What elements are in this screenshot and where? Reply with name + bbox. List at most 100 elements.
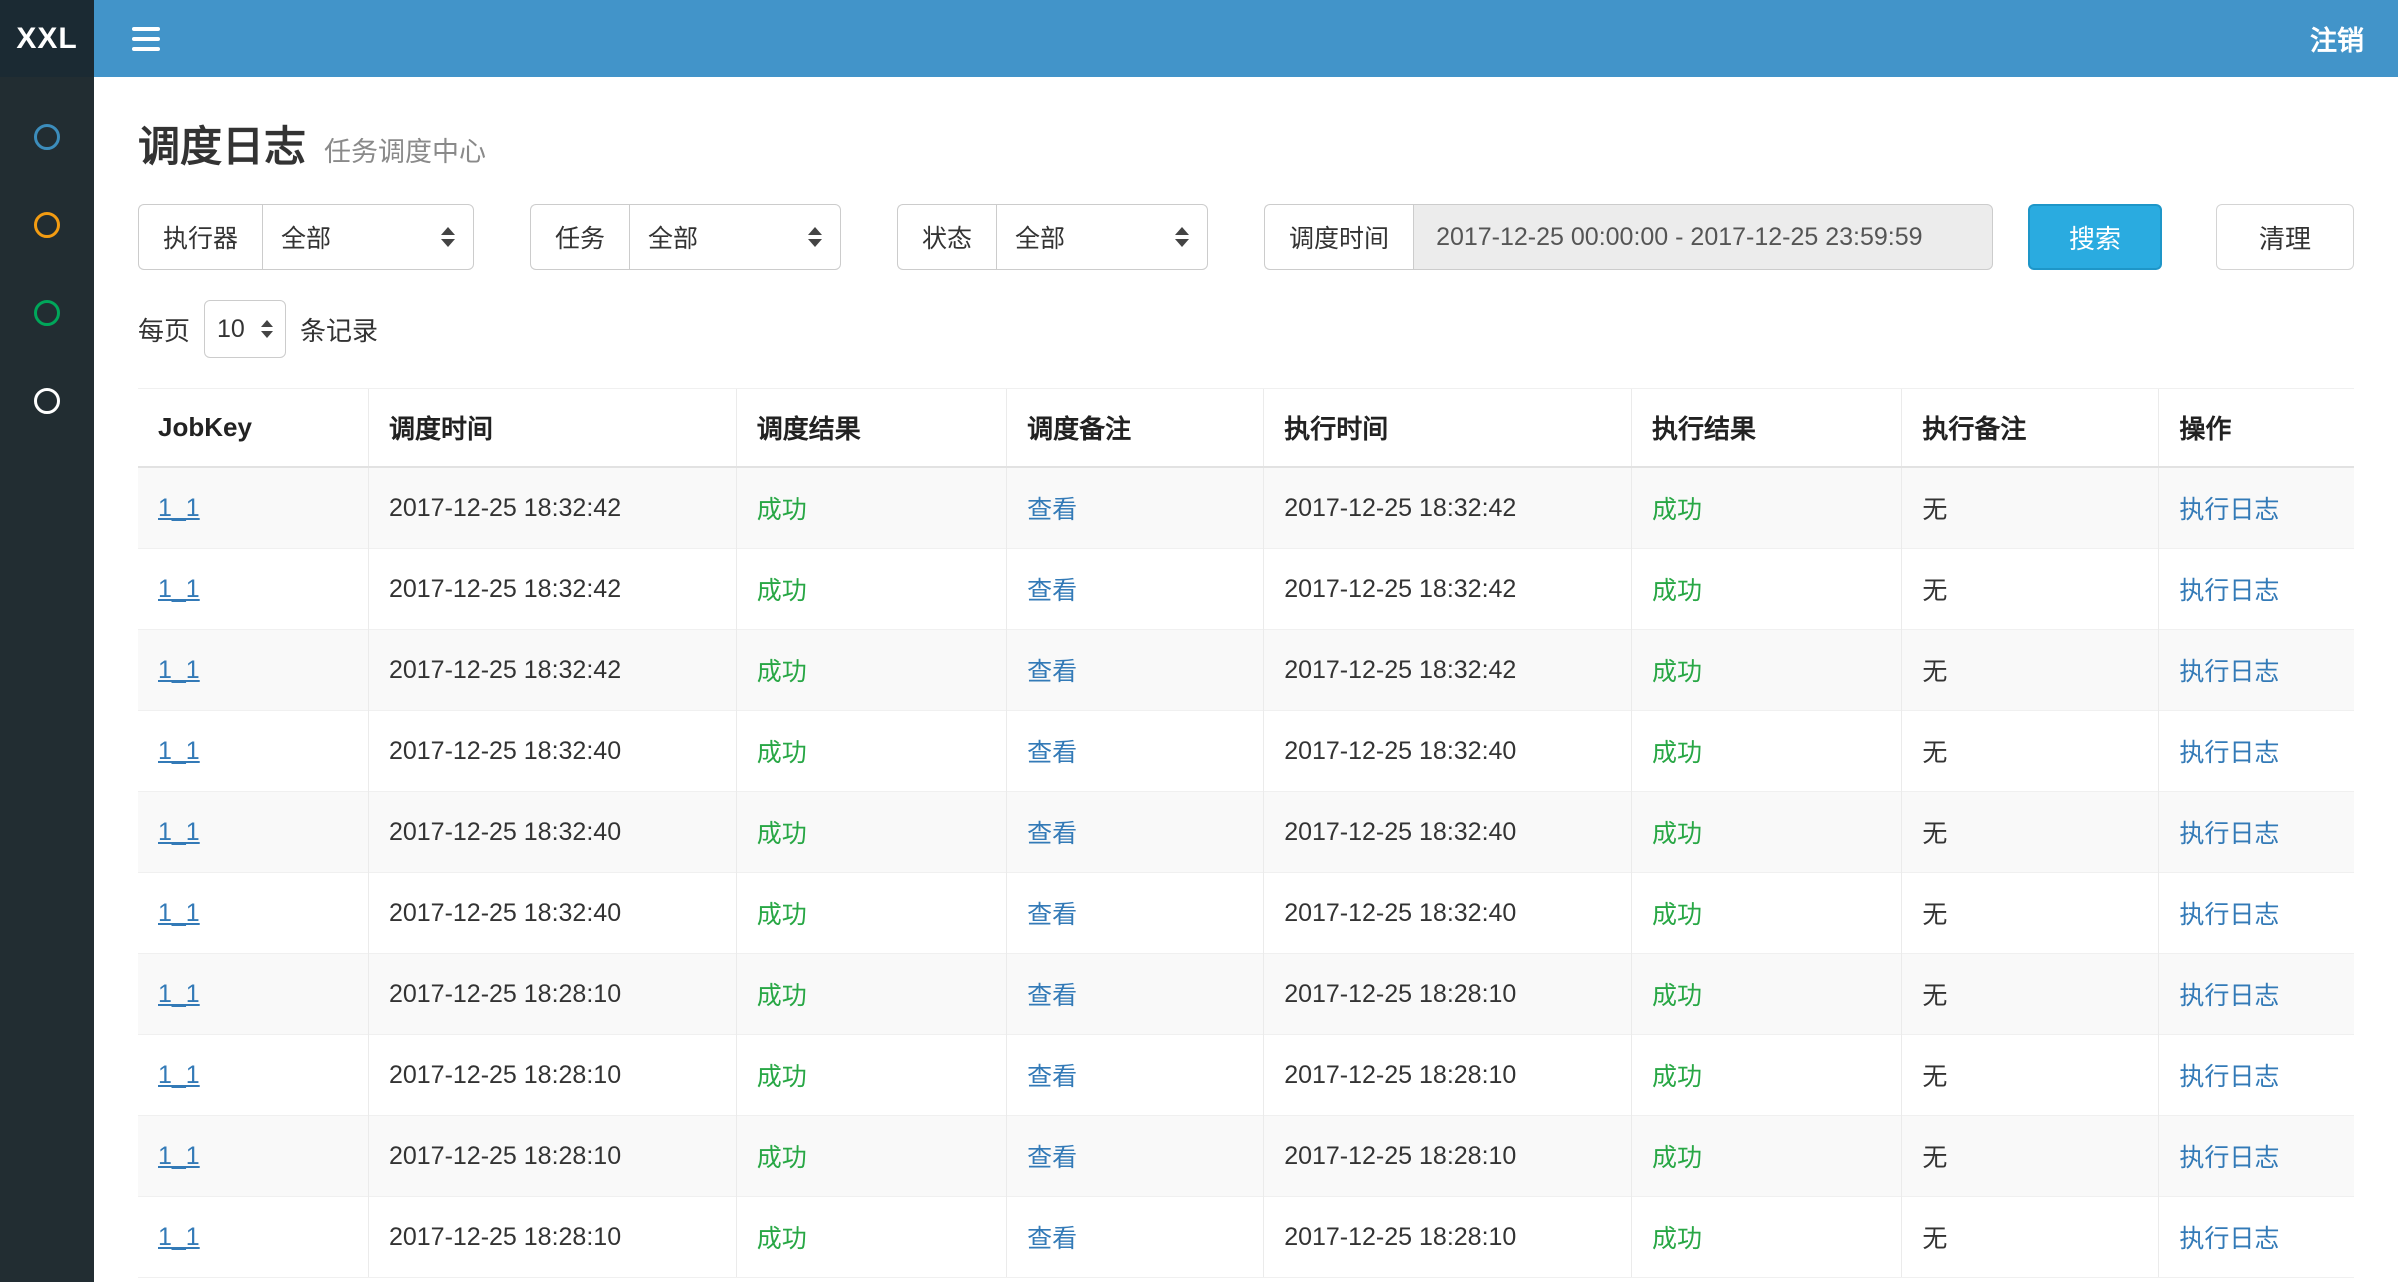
jobkey-link[interactable]: 1_1 bbox=[158, 737, 200, 765]
trigger-time-cell: 2017-12-25 18:32:40 bbox=[368, 873, 736, 954]
trigger-msg-link[interactable]: 查看 bbox=[1027, 1063, 1077, 1091]
trigger-time: 2017-12-25 18:32:40 bbox=[389, 737, 621, 765]
page-size-suffix-label: 条记录 bbox=[300, 311, 378, 348]
jobkey-link-cell: 1_1 bbox=[138, 954, 368, 1035]
handle-msg: 无 bbox=[1922, 1063, 1947, 1091]
exec-log-link[interactable]: 执行日志 bbox=[2179, 1225, 2279, 1253]
exec-log-link[interactable]: 执行日志 bbox=[2179, 496, 2279, 524]
handle-time: 2017-12-25 18:28:10 bbox=[1284, 1061, 1516, 1089]
exec-log-link-cell: 执行日志 bbox=[2159, 1197, 2354, 1278]
trigger-result-cell: 成功 bbox=[736, 1197, 1006, 1278]
handle-msg: 无 bbox=[1922, 820, 1947, 848]
jobkey-link[interactable]: 1_1 bbox=[158, 980, 200, 1008]
trigger-msg-link[interactable]: 查看 bbox=[1027, 901, 1077, 929]
sidebar-item-3[interactable] bbox=[0, 269, 94, 357]
trigger-msg-link-cell: 查看 bbox=[1007, 711, 1264, 792]
logout-link[interactable]: 注销 bbox=[2310, 19, 2364, 58]
page-size-prefix-label: 每页 bbox=[138, 311, 190, 348]
handle-time: 2017-12-25 18:32:42 bbox=[1284, 575, 1516, 603]
circle-outline-icon bbox=[34, 300, 60, 326]
sidebar-item-1[interactable] bbox=[0, 93, 94, 181]
handle-time: 2017-12-25 18:28:10 bbox=[1284, 1223, 1516, 1251]
column-header: 执行备注 bbox=[1902, 389, 2159, 468]
page-title: 调度日志 bbox=[138, 113, 306, 174]
jobkey-link-cell: 1_1 bbox=[138, 1116, 368, 1197]
trigger-result: 成功 bbox=[757, 901, 807, 929]
exec-log-link[interactable]: 执行日志 bbox=[2179, 820, 2279, 848]
page-size-select[interactable]: 10 bbox=[204, 300, 286, 358]
jobkey-link[interactable]: 1_1 bbox=[158, 1223, 200, 1251]
exec-log-link-cell: 执行日志 bbox=[2159, 1116, 2354, 1197]
trigger-time: 2017-12-25 18:28:10 bbox=[389, 1142, 621, 1170]
trigger-msg-link[interactable]: 查看 bbox=[1027, 820, 1077, 848]
exec-log-link[interactable]: 执行日志 bbox=[2179, 982, 2279, 1010]
exec-log-link-cell: 执行日志 bbox=[2159, 630, 2354, 711]
jobkey-link[interactable]: 1_1 bbox=[158, 656, 200, 684]
exec-log-link[interactable]: 执行日志 bbox=[2179, 1063, 2279, 1091]
handle-msg-cell: 无 bbox=[1902, 792, 2159, 873]
trigger-msg-link-cell: 查看 bbox=[1007, 954, 1264, 1035]
trigger-result: 成功 bbox=[757, 1225, 807, 1253]
jobkey-link-cell: 1_1 bbox=[138, 630, 368, 711]
sidebar-toggle-icon[interactable] bbox=[128, 21, 164, 57]
exec-log-link[interactable]: 执行日志 bbox=[2179, 1144, 2279, 1172]
jobkey-link[interactable]: 1_1 bbox=[158, 1142, 200, 1170]
search-button[interactable]: 搜索 bbox=[2028, 204, 2162, 270]
table-row: 1_12017-12-25 18:28:10成功查看2017-12-25 18:… bbox=[138, 954, 2354, 1035]
trigger-time-cell: 2017-12-25 18:32:42 bbox=[368, 549, 736, 630]
trigger-result-cell: 成功 bbox=[736, 549, 1006, 630]
exec-log-link[interactable]: 执行日志 bbox=[2179, 658, 2279, 686]
jobkey-link[interactable]: 1_1 bbox=[158, 494, 200, 522]
jobkey-link[interactable]: 1_1 bbox=[158, 575, 200, 603]
handle-msg-cell: 无 bbox=[1902, 954, 2159, 1035]
status-select[interactable]: 全部 bbox=[996, 204, 1208, 270]
trigger-result-cell: 成功 bbox=[736, 630, 1006, 711]
jobkey-link-cell: 1_1 bbox=[138, 1197, 368, 1278]
handle-time: 2017-12-25 18:28:10 bbox=[1284, 1142, 1516, 1170]
executor-select[interactable]: 全部 bbox=[262, 204, 474, 270]
select-arrows-icon bbox=[808, 227, 822, 247]
handle-time-cell: 2017-12-25 18:28:10 bbox=[1264, 954, 1632, 1035]
exec-log-link-cell: 执行日志 bbox=[2159, 711, 2354, 792]
trigger-time-cell: 2017-12-25 18:28:10 bbox=[368, 954, 736, 1035]
trigger-msg-link-cell: 查看 bbox=[1007, 1197, 1264, 1278]
trigger-msg-link[interactable]: 查看 bbox=[1027, 982, 1077, 1010]
handle-msg: 无 bbox=[1922, 1225, 1947, 1253]
time-range-input[interactable] bbox=[1413, 204, 1993, 270]
sidebar-item-2[interactable] bbox=[0, 181, 94, 269]
job-select[interactable]: 全部 bbox=[629, 204, 841, 270]
table-row: 1_1 2017-12-25 18:28:10 成功 查看 2017-12-25 18:… bbox=[138, 1035, 2354, 1116]
exec-log-link[interactable]: 执行日志 bbox=[2179, 739, 2279, 767]
job-select-value: 全部 bbox=[648, 219, 698, 255]
trigger-time: 2017-12-25 18:28:10 bbox=[389, 1061, 621, 1089]
trigger-msg-link[interactable]: 查看 bbox=[1027, 496, 1077, 524]
jobkey-link[interactable]: 1_1 bbox=[158, 899, 200, 927]
trigger-result: 成功 bbox=[757, 1144, 807, 1172]
exec-log-link[interactable]: 执行日志 bbox=[2179, 901, 2279, 929]
exec-log-link[interactable]: 执行日志 bbox=[2179, 577, 2279, 605]
trigger-msg-link[interactable]: 查看 bbox=[1027, 739, 1077, 767]
clear-button[interactable]: 清理 bbox=[2216, 204, 2354, 270]
column-header: 执行结果 bbox=[1632, 389, 1902, 468]
trigger-msg-link[interactable]: 查看 bbox=[1027, 1225, 1077, 1253]
trigger-result-cell: 成功 bbox=[736, 1116, 1006, 1197]
handle-msg-cell: 无 bbox=[1902, 467, 2159, 549]
exec-log-link-cell: 执行日志 bbox=[2159, 873, 2354, 954]
trigger-result: 成功 bbox=[757, 658, 807, 686]
handle-time: 2017-12-25 18:32:40 bbox=[1284, 818, 1516, 846]
handle-msg: 无 bbox=[1922, 739, 1947, 767]
trigger-time-cell: 2017-12-25 18:32:42 bbox=[368, 630, 736, 711]
jobkey-link[interactable]: 1_1 bbox=[158, 1061, 200, 1089]
table-row: 1_12017-12-25 18:32:40成功查看2017-12-25 18:… bbox=[138, 792, 2354, 873]
status-select-value: 全部 bbox=[1015, 219, 1065, 255]
app-logo[interactable]: XXL bbox=[0, 0, 94, 77]
job-filter-group: 任务 全部 bbox=[530, 204, 841, 270]
trigger-msg-link[interactable]: 查看 bbox=[1027, 658, 1077, 686]
handle-result: 成功 bbox=[1652, 1225, 1702, 1253]
page-subtitle: 任务调度中心 bbox=[324, 130, 486, 169]
handle-result-cell: 成功 bbox=[1632, 1035, 1902, 1116]
trigger-msg-link[interactable]: 查看 bbox=[1027, 577, 1077, 605]
jobkey-link[interactable]: 1_1 bbox=[158, 818, 200, 846]
sidebar-item-4[interactable] bbox=[0, 357, 94, 445]
trigger-msg-link[interactable]: 查看 bbox=[1027, 1144, 1077, 1172]
